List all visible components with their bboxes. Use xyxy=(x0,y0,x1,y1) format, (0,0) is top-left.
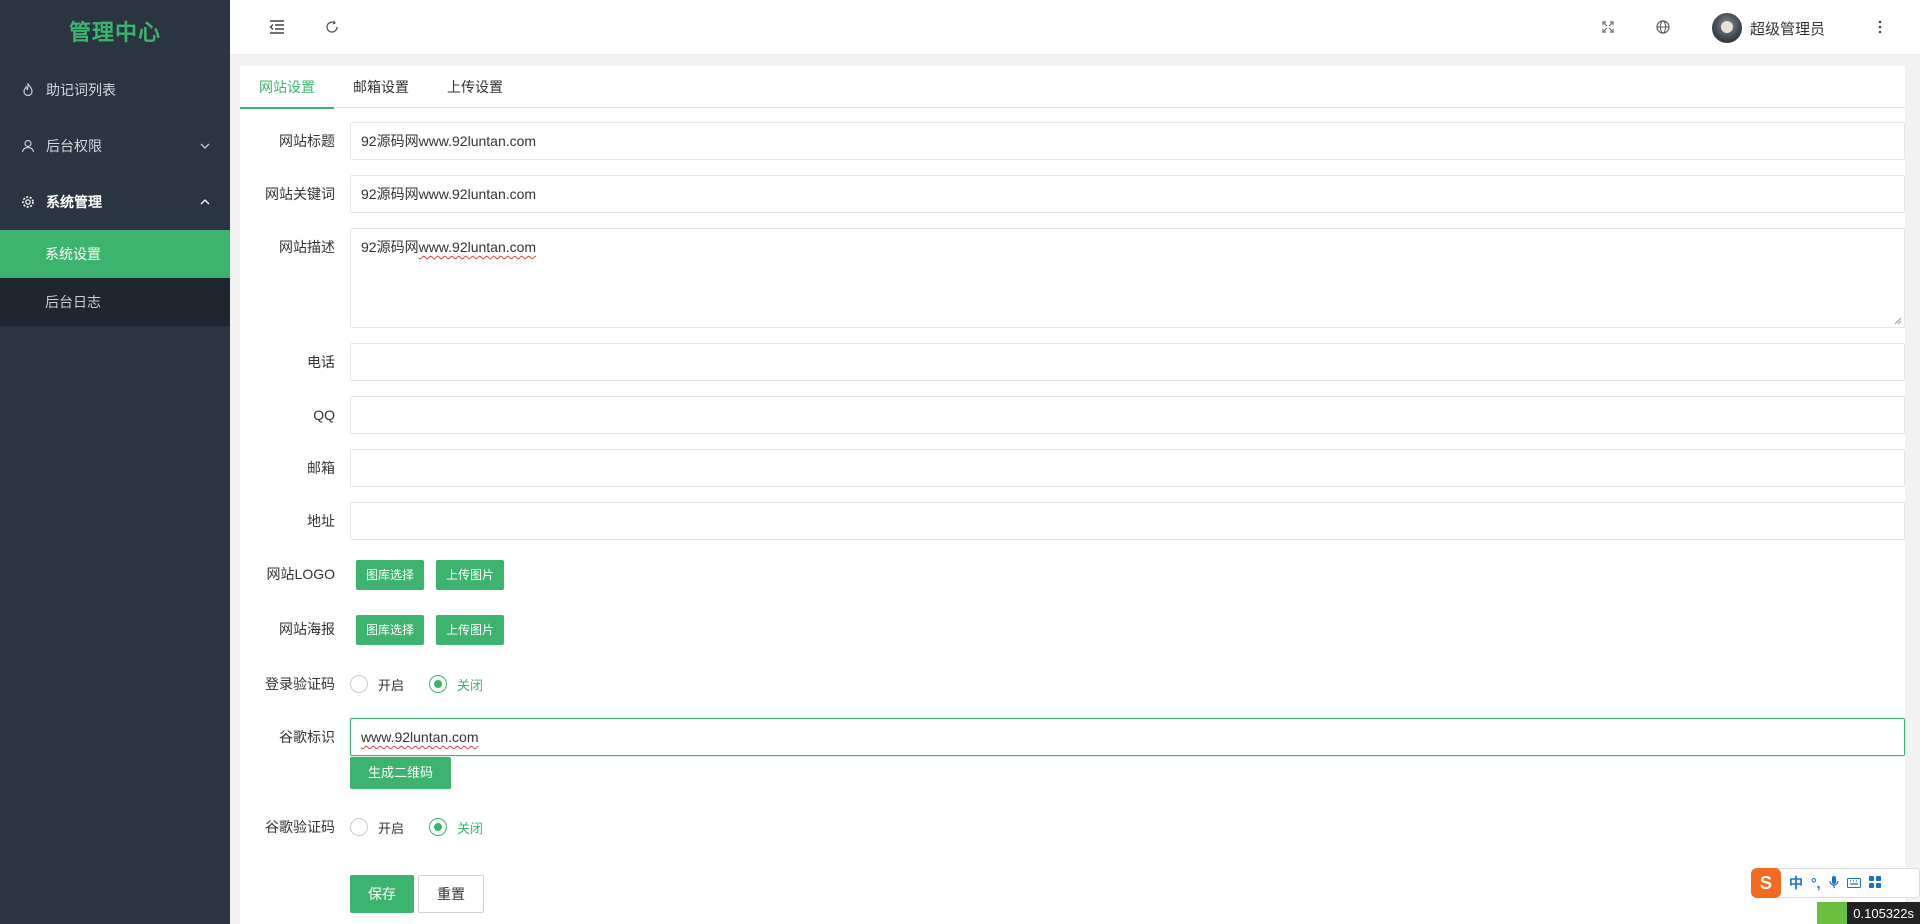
globe-icon[interactable] xyxy=(1653,17,1673,37)
login-captcha-off-radio[interactable]: 关闭 xyxy=(429,675,483,694)
save-button[interactable]: 保存 xyxy=(350,875,414,913)
site-desc-label: 网站描述 xyxy=(279,239,335,255)
site-desc-text-prefix: 92源码网 xyxy=(361,239,419,255)
radio-circle xyxy=(429,675,448,693)
ime-mode-indicator[interactable]: 中 xyxy=(1789,873,1803,893)
site-desc-textarea[interactable]: 92源码网www.92luntan.com xyxy=(350,228,1905,328)
site-title-label: 网站标题 xyxy=(279,133,335,149)
top-header: 超级管理员 xyxy=(230,0,1920,55)
avatar xyxy=(1711,13,1742,43)
ime-punctuation-indicator[interactable]: °, xyxy=(1811,875,1821,891)
poster-upload-button[interactable]: 上传图片 xyxy=(436,615,505,645)
google-id-input[interactable]: www.92luntan.com xyxy=(350,718,1905,756)
poster-label: 网站海报 xyxy=(279,621,335,637)
fullscreen-icon[interactable] xyxy=(1598,17,1618,37)
email-label: 邮箱 xyxy=(307,460,335,476)
reset-button[interactable]: 重置 xyxy=(418,875,484,913)
phone-input[interactable] xyxy=(350,343,1905,381)
sidebar-subitem-system-settings[interactable]: 系统设置 xyxy=(0,230,230,278)
radio-label: 关闭 xyxy=(457,820,484,836)
google-id-label: 谷歌标识 xyxy=(279,729,335,745)
sogou-logo-icon: S xyxy=(1751,868,1781,898)
site-keywords-label: 网站关键词 xyxy=(265,186,335,202)
menu-toggle-icon[interactable] xyxy=(267,17,287,37)
more-icon[interactable] xyxy=(1870,17,1890,37)
app-logo-title[interactable]: 管理中心 xyxy=(0,0,230,62)
sidebar-item-admin-permissions[interactable]: 后台权限 xyxy=(0,118,230,174)
poster-library-button[interactable]: 图库选择 xyxy=(356,615,425,645)
tab-upload-settings[interactable]: 上传设置 xyxy=(428,66,522,108)
user-icon xyxy=(20,138,36,154)
google-captcha-off-radio[interactable]: 关闭 xyxy=(429,818,483,837)
timer-text: 0.105322s xyxy=(1853,905,1914,921)
radio-label: 开启 xyxy=(378,677,405,693)
login-captcha-radio-group: 开启 关闭 xyxy=(350,665,508,703)
chevron-up-icon xyxy=(198,195,212,209)
sidebar-item-label: 后台权限 xyxy=(46,138,102,154)
ime-toolbar[interactable]: S 中 °, xyxy=(1751,868,1920,898)
generate-qr-button[interactable]: 生成二维码 xyxy=(350,757,452,789)
page-timer-badge: 0.105322s xyxy=(1817,902,1920,924)
phone-label: 电话 xyxy=(307,354,335,370)
gear-icon xyxy=(20,194,36,210)
google-captcha-radio-group: 开启 关闭 xyxy=(350,808,508,846)
sidebar-item-label: 系统管理 xyxy=(46,194,102,210)
radio-circle xyxy=(429,818,448,836)
user-menu[interactable]: 超级管理员 xyxy=(1711,13,1825,43)
site-title-input[interactable]: 92源码网www.92luntan.com xyxy=(350,122,1905,160)
radio-label: 开启 xyxy=(378,820,405,836)
sidebar-item-label: 助记词列表 xyxy=(46,82,116,98)
sidebar-item-system-management[interactable]: 系统管理 xyxy=(0,174,230,230)
microphone-icon[interactable] xyxy=(1828,875,1839,892)
user-name: 超级管理员 xyxy=(1749,20,1825,38)
login-captcha-on-radio[interactable]: 开启 xyxy=(350,675,404,694)
tab-email-settings[interactable]: 邮箱设置 xyxy=(334,66,428,108)
sidebar-subitem-admin-logs[interactable]: 后台日志 xyxy=(0,278,230,326)
resize-grip-icon[interactable] xyxy=(1893,316,1902,325)
qq-input[interactable] xyxy=(350,396,1905,434)
apps-grid-icon[interactable] xyxy=(1868,875,1881,891)
sidebar: 管理中心 助记词列表 后台权限 系统管理 系统设置 后台日志 xyxy=(0,0,230,924)
logo-upload-button[interactable]: 上传图片 xyxy=(436,560,505,590)
tab-site-settings[interactable]: 网站设置 xyxy=(240,66,334,109)
login-captcha-label: 登录验证码 xyxy=(265,676,335,692)
address-label: 地址 xyxy=(307,513,335,529)
radio-circle xyxy=(350,818,368,836)
google-captcha-on-radio[interactable]: 开启 xyxy=(350,818,404,837)
keyboard-icon[interactable] xyxy=(1846,875,1861,891)
address-input[interactable] xyxy=(350,502,1905,540)
google-id-value: www.92luntan.com xyxy=(361,729,479,745)
sidebar-submenu: 系统设置 后台日志 xyxy=(0,230,230,326)
email-input[interactable] xyxy=(350,449,1905,487)
google-captcha-label: 谷歌验证码 xyxy=(265,819,335,835)
timer-logo-icon xyxy=(1817,902,1848,924)
radio-circle xyxy=(350,675,368,693)
radio-label: 关闭 xyxy=(457,677,484,693)
logo-library-button[interactable]: 图库选择 xyxy=(356,560,425,590)
site-keywords-input[interactable]: 92源码网www.92luntan.com xyxy=(350,175,1905,213)
settings-panel: 网站设置 邮箱设置 上传设置 网站标题 92源码网www.92luntan.co… xyxy=(240,66,1905,924)
site-desc-text-url: www.92luntan.com xyxy=(418,239,537,255)
chevron-down-icon xyxy=(198,139,212,153)
settings-tabs: 网站设置 邮箱设置 上传设置 xyxy=(240,66,1905,109)
qq-label: QQ xyxy=(313,407,335,423)
sidebar-item-mnemonic-list[interactable]: 助记词列表 xyxy=(0,62,230,118)
logo-label: 网站LOGO xyxy=(266,566,335,582)
refresh-icon[interactable] xyxy=(322,17,342,37)
fire-icon xyxy=(20,82,36,98)
